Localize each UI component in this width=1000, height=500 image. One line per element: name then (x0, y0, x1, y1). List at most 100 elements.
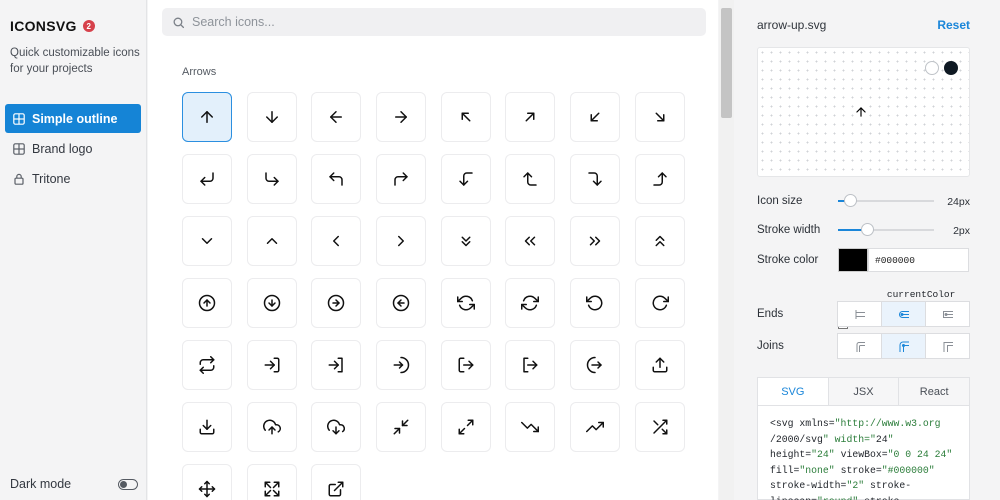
icon-tile-repeat[interactable] (182, 340, 232, 390)
icon-tile-corner-down-right[interactable] (246, 154, 297, 204)
icon-tile-corner-up-right[interactable] (376, 154, 427, 204)
code-tabs: SVG JSX React (758, 378, 970, 406)
linejoin-miter-button[interactable] (838, 334, 882, 358)
dark-background-toggle[interactable] (944, 61, 958, 75)
search-bar[interactable] (162, 8, 706, 36)
arrow-down-left-icon (590, 112, 600, 122)
tagline: Quick customizable icons for your projec… (10, 47, 140, 75)
linecap-butt-button[interactable] (838, 302, 882, 326)
icon-size-slider[interactable] (838, 194, 934, 207)
icon-tile-chevron-up[interactable] (246, 216, 297, 266)
icon-tile-chevrons-right[interactable] (570, 216, 621, 266)
icon-tile-chevron-right[interactable] (376, 216, 427, 266)
icon-tile-arrow-left[interactable] (311, 92, 362, 142)
scrollbar[interactable] (719, 0, 734, 500)
icon-tile-arrow-up[interactable] (182, 92, 232, 142)
tab-svg[interactable]: SVG (758, 378, 829, 405)
icon-tile-minimize[interactable] (376, 402, 427, 452)
icon-tile-log-in-bracket[interactable] (311, 340, 362, 390)
sidebar-item-simple-outline[interactable]: Simple outline (5, 104, 141, 133)
icon-tile-corner-down-left[interactable] (182, 154, 232, 204)
icon-tile-log-out[interactable] (440, 340, 491, 390)
icon-tile-chevron-left[interactable] (311, 216, 362, 266)
icon-tile-chevron-down[interactable] (182, 216, 232, 266)
chevrons-down-icon (461, 236, 471, 247)
log-out-bracket-icon (523, 357, 538, 373)
icon-tile-corner-right-down[interactable] (570, 154, 621, 204)
icon-tile-enter-circle[interactable] (376, 340, 427, 390)
icon-tile-cloud-upload[interactable] (246, 402, 297, 452)
icon-tile-arrow-right-circle[interactable] (311, 278, 362, 328)
icon-tile-arrow-down-circle[interactable] (246, 278, 297, 328)
scrollbar-thumb[interactable] (721, 8, 732, 118)
stroke-color-swatch[interactable] (838, 248, 868, 272)
refresh-ccw-icon (456, 295, 475, 311)
chevrons-up-icon (655, 235, 665, 247)
update-badge[interactable]: 2 (82, 20, 95, 32)
icon-tile-rotate-ccw[interactable] (570, 278, 621, 328)
icon-tile-maximize-arrows[interactable] (246, 464, 297, 500)
icon-tile-chevrons-up[interactable] (634, 216, 685, 266)
slider-knob[interactable] (860, 223, 874, 236)
stroke-width-slider[interactable] (838, 223, 934, 236)
icon-tile-corner-left-down[interactable] (440, 154, 491, 204)
icon-tile-arrow-up-right[interactable] (505, 92, 556, 142)
icon-tile-log-out-bracket[interactable] (505, 340, 556, 390)
corner-up-right-icon (394, 172, 408, 186)
arrow-down-circle-icon (263, 294, 280, 312)
linecap-square-icon (943, 310, 953, 318)
linejoin-bevel-button[interactable] (926, 334, 969, 358)
icon-tile-move[interactable] (182, 464, 232, 500)
lock-icon (14, 173, 24, 185)
sidebar-item-label: Brand logo (32, 141, 93, 156)
chevron-down-icon (201, 238, 213, 244)
svg-code[interactable]: <svg xmlns="http://www.w3.org /2000/svg"… (758, 406, 969, 500)
customize-panel: arrow-up.svg Reset Icon size 24px Stroke… (735, 0, 1000, 500)
arrow-down-icon (265, 111, 278, 123)
icon-tile-arrow-down-left[interactable] (570, 92, 621, 142)
linecap-round-button[interactable] (882, 302, 926, 326)
arrow-up-icon (201, 111, 213, 123)
light-background-toggle[interactable] (925, 61, 939, 75)
icon-tile-corner-right-up[interactable] (634, 154, 685, 204)
icon-tile-corner-up-left[interactable] (311, 154, 362, 204)
icon-tile-trending-up[interactable] (570, 402, 621, 452)
icon-tile-arrow-left-circle[interactable] (376, 278, 427, 328)
icon-tile-download[interactable] (182, 402, 232, 452)
dark-mode-toggle[interactable] (118, 478, 138, 490)
linejoin-round-button[interactable] (882, 334, 926, 358)
icon-browser: Arrows (148, 0, 718, 500)
enter-circle-icon (393, 356, 410, 374)
icon-tile-arrow-right[interactable] (376, 92, 427, 142)
maximize-arrows-icon (264, 481, 280, 497)
icon-tile-log-in[interactable] (246, 340, 297, 390)
icon-tile-arrow-up-left[interactable] (440, 92, 491, 142)
icon-tile-upload[interactable] (634, 340, 685, 390)
sidebar-item-brand-logo[interactable]: Brand logo (5, 134, 141, 163)
icon-tile-arrow-down[interactable] (246, 92, 297, 142)
icon-tile-refresh-ccw[interactable] (440, 278, 491, 328)
icon-tile-shuffle[interactable] (634, 402, 685, 452)
icon-tile-arrow-up-circle[interactable] (182, 278, 232, 328)
icon-tile-chevrons-left[interactable] (505, 216, 556, 266)
icon-tile-maximize[interactable] (440, 402, 491, 452)
linecap-square-button[interactable] (926, 302, 969, 326)
sidebar-item-tritone[interactable]: Tritone (5, 164, 141, 193)
icon-tile-refresh-cw[interactable] (505, 278, 556, 328)
icon-tile-cloud-download[interactable] (311, 402, 362, 452)
icon-tile-corner-left-up[interactable] (505, 154, 556, 204)
icon-tile-external-link[interactable] (311, 464, 362, 500)
reset-button[interactable]: Reset (937, 18, 970, 32)
icon-tile-exit-circle[interactable] (570, 340, 621, 390)
icon-tile-chevrons-down[interactable] (440, 216, 491, 266)
search-input[interactable] (192, 15, 692, 29)
dark-mode-row: Dark mode (10, 477, 138, 491)
arrow-right-icon (395, 111, 408, 123)
tab-react[interactable]: React (899, 378, 970, 405)
tab-jsx[interactable]: JSX (828, 378, 900, 405)
icon-tile-rotate-cw[interactable] (634, 278, 685, 328)
slider-knob[interactable] (843, 194, 857, 207)
icon-tile-trending-down[interactable] (505, 402, 556, 452)
icon-tile-arrow-down-right[interactable] (634, 92, 685, 142)
stroke-color-input[interactable] (868, 248, 969, 272)
